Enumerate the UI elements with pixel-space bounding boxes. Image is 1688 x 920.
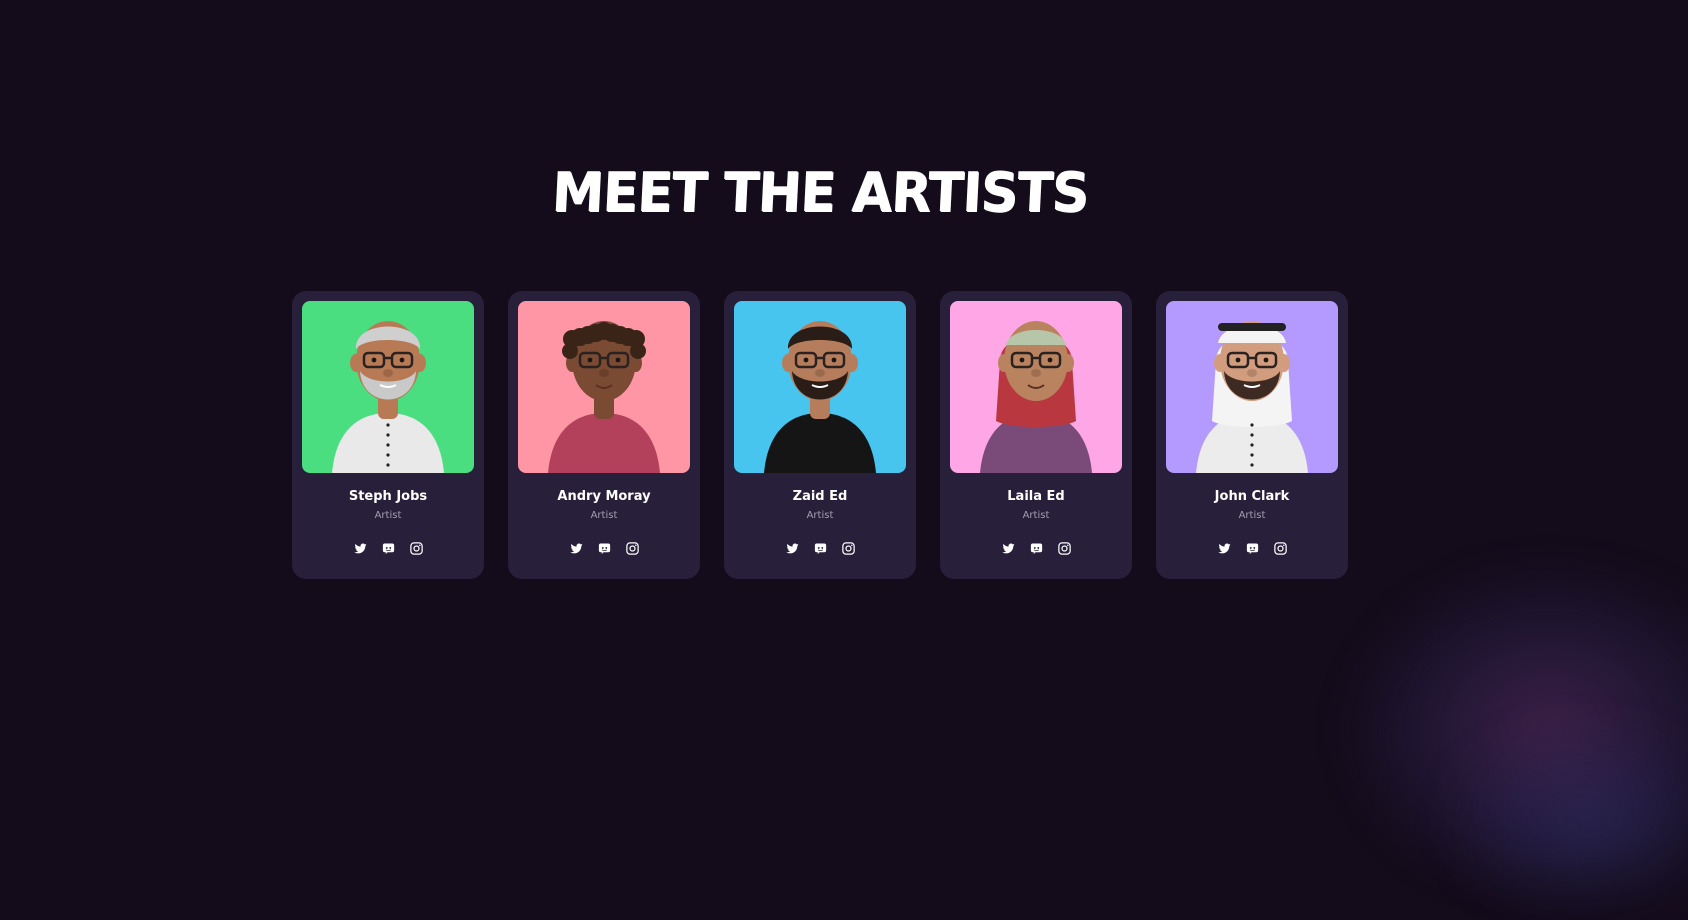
artist-avatar: [1166, 301, 1338, 473]
discord-icon[interactable]: [1029, 541, 1044, 556]
artist-name: Laila Ed: [1007, 489, 1065, 504]
artist-role: Artist: [374, 510, 402, 521]
social-links: [724, 541, 916, 556]
artist-card: Laila Ed Artist: [940, 291, 1132, 579]
artist-avatar: [518, 301, 690, 473]
instagram-icon[interactable]: [841, 541, 856, 556]
discord-icon[interactable]: [597, 541, 612, 556]
instagram-icon[interactable]: [409, 541, 424, 556]
discord-icon[interactable]: [381, 541, 396, 556]
discord-icon[interactable]: [1245, 541, 1260, 556]
discord-icon[interactable]: [813, 541, 828, 556]
artist-card: Andry Moray Artist: [508, 291, 700, 579]
artist-avatar: [734, 301, 906, 473]
twitter-icon[interactable]: [1001, 541, 1016, 556]
instagram-icon[interactable]: [625, 541, 640, 556]
artist-name: Steph Jobs: [348, 489, 428, 504]
artist-role: Artist: [1238, 510, 1266, 521]
artist-card: Steph Jobs Artist: [292, 291, 484, 579]
instagram-icon[interactable]: [1273, 541, 1288, 556]
instagram-icon[interactable]: [1057, 541, 1072, 556]
twitter-icon[interactable]: [785, 541, 800, 556]
page-title: MEET THE ARTISTS: [550, 161, 1090, 225]
social-links: [292, 541, 484, 556]
artist-name: Andry Moray: [557, 489, 651, 504]
artist-avatar: [302, 301, 474, 473]
social-links: [1156, 541, 1348, 556]
twitter-icon[interactable]: [569, 541, 584, 556]
social-links: [508, 541, 700, 556]
artist-card: John Clark Artist: [1156, 291, 1348, 579]
artist-name: John Clark: [1214, 489, 1290, 504]
artist-role: Artist: [1022, 510, 1050, 521]
artist-avatar: [950, 301, 1122, 473]
artist-role: Artist: [806, 510, 834, 521]
artist-card: Zaid Ed Artist: [724, 291, 916, 579]
twitter-icon[interactable]: [353, 541, 368, 556]
social-links: [940, 541, 1132, 556]
artist-name: Zaid Ed: [792, 489, 848, 504]
artist-role: Artist: [590, 510, 618, 521]
artist-cards: Steph Jobs Artist Andry Moray Artist Zai…: [292, 291, 1348, 579]
twitter-icon[interactable]: [1217, 541, 1232, 556]
